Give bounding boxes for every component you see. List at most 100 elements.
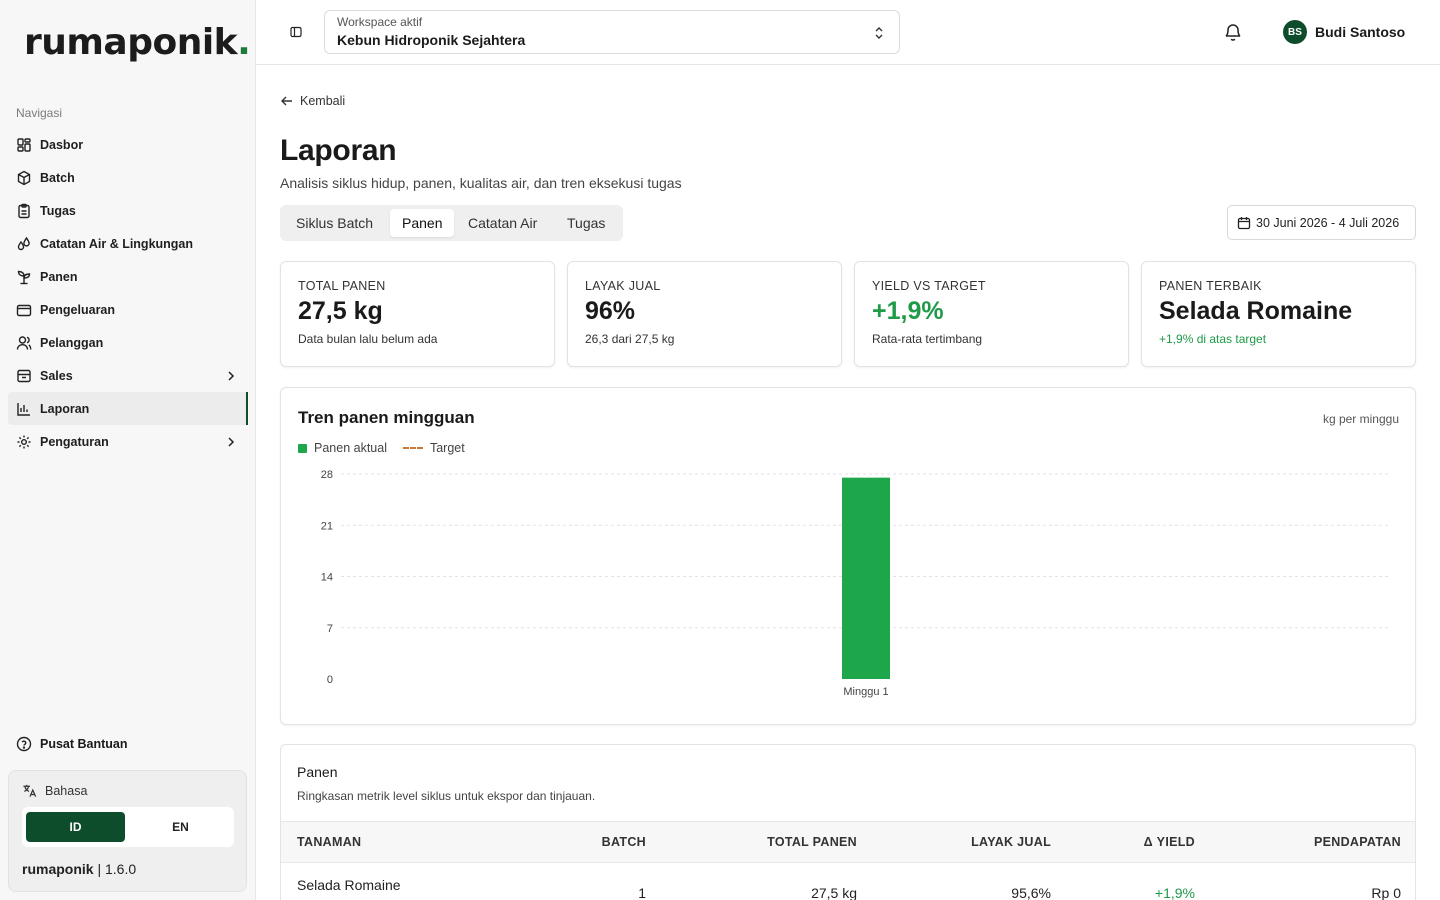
kpi-value: 96% bbox=[585, 297, 636, 325]
sidebar: rumaponik. Navigasi Dasbor Batch Tugas C… bbox=[0, 0, 256, 900]
help-circle-icon bbox=[16, 736, 32, 752]
column-header-batch[interactable]: BATCH bbox=[602, 835, 646, 849]
droplets-icon bbox=[17, 236, 30, 250]
x-tick-label: Minggu 1 bbox=[843, 686, 888, 698]
sidebar-toggle-icon[interactable] bbox=[290, 26, 302, 38]
page-title: Laporan bbox=[280, 134, 397, 167]
table-row[interactable]: Selada Romaine 1 27,5 kg 95,6% +1,9% Rp … bbox=[281, 863, 1415, 900]
kpi-label: PANEN TERBAIK bbox=[1159, 279, 1262, 293]
page-subtitle: Analisis siklus hidup, panen, kualitas a… bbox=[280, 175, 682, 191]
kpi-card-panen-terbaik: PANEN TERBAIK Selada Romaine +1,9% di at… bbox=[1141, 261, 1416, 367]
sidebar-item-label: Laporan bbox=[40, 401, 90, 416]
kpi-value: Selada Romaine bbox=[1159, 297, 1353, 325]
sidebar-item-label: Tugas bbox=[40, 203, 76, 218]
bar bbox=[842, 477, 890, 679]
help-center-link[interactable]: Pusat Bantuan bbox=[16, 736, 128, 752]
column-header-layak-jual[interactable]: LAYAK JUAL bbox=[971, 835, 1051, 849]
sidebar-item-laporan[interactable]: Laporan bbox=[8, 392, 248, 425]
sidebar-nav: Dasbor Batch Tugas Catatan Air & Lingkun… bbox=[8, 128, 248, 458]
back-label: Kembali bbox=[300, 94, 346, 108]
workspace-value: Kebun Hidroponik Sejahtera bbox=[337, 32, 526, 48]
tab-panen[interactable]: Panen bbox=[390, 209, 455, 237]
chevron-right-icon bbox=[228, 370, 235, 381]
legend-label-target: Target bbox=[429, 441, 465, 455]
bell-icon[interactable] bbox=[1223, 22, 1243, 42]
sidebar-item-label: Dasbor bbox=[40, 137, 84, 152]
back-link[interactable]: Kembali bbox=[280, 94, 345, 108]
box-icon bbox=[17, 170, 31, 185]
sidebar-item-tugas[interactable]: Tugas bbox=[8, 194, 248, 227]
kpi-value: +1,9% bbox=[872, 297, 944, 325]
lang-id-button[interactable]: ID bbox=[26, 812, 125, 842]
inbox-icon bbox=[17, 369, 31, 382]
calendar-icon bbox=[1237, 216, 1251, 229]
sidebar-item-panen[interactable]: Panen bbox=[8, 260, 248, 293]
lang-en-button[interactable]: EN bbox=[131, 812, 230, 842]
table-header: TANAMAN BATCH TOTAL PANEN LAYAK JUAL Δ Y… bbox=[281, 821, 1415, 863]
chart-plot: 0 7 14 21 28 Minggu 1 bbox=[321, 469, 1391, 698]
sidebar-item-pelanggan[interactable]: Pelanggan bbox=[8, 326, 248, 359]
column-header-pendapatan[interactable]: PENDAPATAN bbox=[1314, 835, 1401, 849]
sidebar-item-sales[interactable]: Sales bbox=[8, 359, 248, 392]
chevron-right-icon bbox=[228, 436, 235, 447]
column-header-tanaman[interactable]: TANAMAN bbox=[297, 835, 361, 849]
harvest-table-card: Panen Ringkasan metrik level siklus untu… bbox=[280, 744, 1416, 900]
weekly-harvest-chart-card: Tren panen mingguan kg per minggu Panen … bbox=[280, 387, 1416, 725]
sidebar-item-dasbor[interactable]: Dasbor bbox=[8, 128, 248, 161]
sprout-icon bbox=[17, 270, 31, 284]
kpi-note: Data bulan lalu belum ada bbox=[298, 332, 438, 346]
bar-chart-icon bbox=[17, 402, 30, 416]
language-panel: Bahasa ID EN rumaponik | 1.6.0 bbox=[8, 770, 247, 892]
kpi-note: +1,9% di atas target bbox=[1159, 332, 1267, 346]
avatar[interactable]: BS bbox=[1283, 20, 1307, 44]
table-subtitle: Ringkasan metrik level siklus untuk eksp… bbox=[297, 789, 596, 803]
tab-tugas[interactable]: Tugas bbox=[555, 209, 617, 237]
sidebar-item-catatan-air[interactable]: Catatan Air & Lingkungan bbox=[8, 227, 248, 260]
kpi-note: Rata-rata tertimbang bbox=[872, 332, 983, 346]
kpi-note: 26,3 dari 27,5 kg bbox=[585, 332, 675, 346]
y-tick-label: 7 bbox=[327, 623, 333, 635]
cell-layak-jual: 95,6% bbox=[1011, 885, 1051, 900]
app-logo[interactable]: rumaponik. bbox=[24, 22, 251, 63]
dashboard-icon bbox=[17, 137, 31, 152]
language-toggle: ID EN bbox=[22, 807, 234, 847]
kpi-label: LAYAK JUAL bbox=[585, 279, 661, 293]
sidebar-item-label: Batch bbox=[40, 170, 75, 185]
kpi-card-layak-jual: LAYAK JUAL 96% 26,3 dari 27,5 kg bbox=[567, 261, 842, 367]
users-icon bbox=[16, 335, 32, 350]
date-range-picker[interactable]: 30 Juni 2026 - 4 Juli 2026 bbox=[1227, 205, 1416, 240]
workspace-selector[interactable]: Workspace aktif Kebun Hidroponik Sejahte… bbox=[324, 10, 900, 54]
kpi-label: YIELD VS TARGET bbox=[872, 279, 986, 293]
chart-title: Tren panen mingguan bbox=[298, 408, 475, 427]
kpi-cards: TOTAL PANEN 27,5 kg Data bulan lalu belu… bbox=[280, 261, 1416, 367]
sidebar-item-batch[interactable]: Batch bbox=[8, 161, 248, 194]
tab-catatan-air[interactable]: Catatan Air bbox=[456, 209, 549, 237]
y-tick-label: 28 bbox=[321, 469, 333, 481]
sidebar-item-label: Sales bbox=[40, 368, 73, 383]
translate-icon bbox=[23, 784, 37, 797]
cell-total-panen: 27,5 kg bbox=[811, 885, 857, 900]
legend-label-actual: Panen aktual bbox=[314, 441, 387, 455]
column-header-total-panen[interactable]: TOTAL PANEN bbox=[767, 835, 857, 849]
sidebar-item-pengaturan[interactable]: Pengaturan bbox=[8, 425, 248, 458]
version-number: 1.6.0 bbox=[105, 861, 137, 877]
y-tick-label: 0 bbox=[327, 674, 333, 686]
arrow-left-icon bbox=[281, 96, 292, 106]
legend-swatch-actual bbox=[298, 443, 307, 453]
tab-siklus-batch[interactable]: Siklus Batch bbox=[284, 209, 385, 237]
sidebar-item-label: Catatan Air & Lingkungan bbox=[40, 236, 194, 251]
column-header-delta-yield[interactable]: Δ YIELD bbox=[1144, 835, 1195, 849]
kpi-card-yield-vs-target: YIELD VS TARGET +1,9% Rata-rata tertimba… bbox=[854, 261, 1129, 367]
date-range-text: 30 Juni 2026 - 4 Juli 2026 bbox=[1256, 215, 1400, 230]
table-title: Panen bbox=[297, 764, 338, 780]
user-name[interactable]: Budi Santoso bbox=[1315, 24, 1405, 40]
y-tick-label: 14 bbox=[321, 572, 333, 584]
sidebar-item-label: Pengeluaran bbox=[40, 302, 116, 317]
top-header: Workspace aktif Kebun Hidroponik Sejahte… bbox=[256, 0, 1440, 65]
app-version: rumaponik | 1.6.0 bbox=[22, 861, 137, 877]
chevrons-up-down-icon bbox=[875, 27, 883, 39]
language-label: Bahasa bbox=[22, 783, 87, 798]
report-tabs: Siklus Batch Panen Catatan Air Tugas bbox=[280, 205, 623, 241]
sidebar-item-label: Pengaturan bbox=[40, 434, 109, 449]
sidebar-item-pengeluaran[interactable]: Pengeluaran bbox=[8, 293, 248, 326]
